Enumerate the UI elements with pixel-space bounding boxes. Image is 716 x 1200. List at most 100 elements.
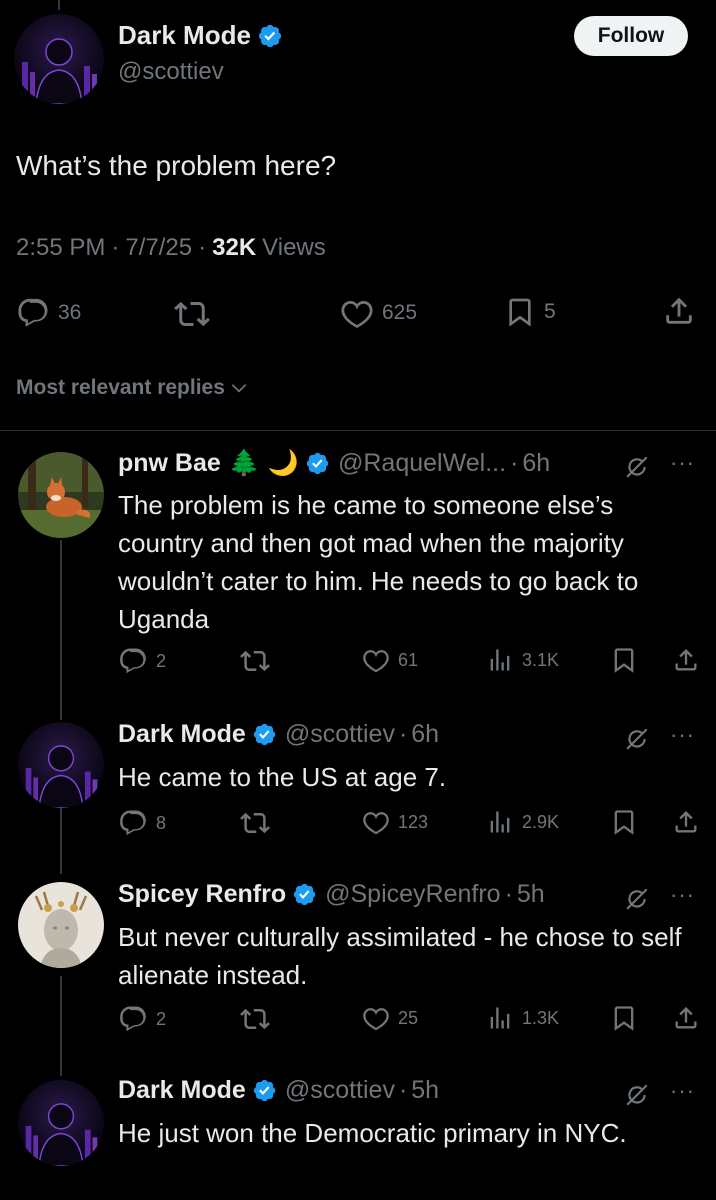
bookmark-button[interactable] (610, 1004, 638, 1032)
like-button[interactable]: 123 (362, 808, 428, 836)
avatar-image (18, 722, 104, 808)
bookmark-icon (610, 1004, 638, 1032)
avatar[interactable] (18, 452, 104, 538)
views-button[interactable]: 1.3K (486, 1004, 559, 1032)
grok-icon[interactable] (624, 1082, 650, 1108)
reply-button[interactable]: 36 (16, 296, 81, 330)
reply-text: He came to the US at age 7. (118, 762, 447, 792)
reply-icon (118, 646, 148, 676)
share-button[interactable] (672, 1004, 700, 1032)
reply-count: 2 (156, 650, 167, 671)
retweet-icon (174, 296, 210, 332)
chevron-down-icon (231, 384, 247, 393)
avatar[interactable] (18, 882, 104, 968)
replies-sort-label: Most relevant replies (16, 376, 225, 399)
reply-time[interactable]: 5h (411, 1076, 439, 1105)
reply-button[interactable]: 2 (118, 646, 166, 676)
like-icon (362, 1004, 390, 1032)
divider (0, 430, 716, 431)
reply-icon (118, 1004, 148, 1034)
thread-connector (60, 540, 62, 720)
reply-button[interactable]: 2 (118, 1004, 166, 1034)
avatar-image (18, 1080, 104, 1166)
retweet-button[interactable] (240, 646, 270, 676)
like-button[interactable]: 61 (362, 646, 418, 674)
share-icon (672, 808, 700, 836)
author-name[interactable]: Dark Mode (118, 1076, 246, 1105)
views-icon (486, 1004, 514, 1032)
tweet-date[interactable]: 7/7/25 (125, 234, 192, 262)
views-button[interactable]: 2.9K (486, 808, 559, 836)
retweet-button[interactable] (240, 1004, 270, 1034)
reply-header: Spicey Renfro @SpiceyRenfro · 5h (118, 880, 545, 909)
more-options-button[interactable]: ··· (670, 882, 695, 908)
header-separator: · (504, 880, 513, 908)
avatar[interactable] (14, 14, 104, 104)
tweet-time[interactable]: 2:55 PM (16, 234, 105, 262)
reply-actions: 2 61 3.1K (0, 646, 716, 680)
like-count: 61 (398, 649, 419, 670)
views-button[interactable]: 3.1K (486, 646, 559, 674)
author-name[interactable]: Spicey Renfro (118, 880, 286, 909)
avatar-image (18, 882, 104, 968)
author-name-text: Dark Mode (118, 20, 251, 50)
reply-count: 36 (58, 301, 82, 324)
grok-icon[interactable] (624, 886, 650, 912)
grok-icon[interactable] (624, 454, 650, 480)
like-button[interactable]: 625 (340, 296, 417, 330)
author-handle[interactable]: @scottiev (285, 720, 395, 749)
bookmark-button[interactable] (610, 646, 638, 674)
tweet-text: What’s the problem here? (16, 150, 337, 181)
avatar-image (14, 14, 104, 104)
like-count: 25 (398, 1007, 419, 1028)
views-label: Views (262, 234, 326, 261)
bookmark-count: 5 (544, 300, 556, 323)
avatar[interactable] (18, 722, 104, 808)
like-icon (362, 646, 390, 674)
reply-header: Dark Mode @scottiev · 5h (118, 1076, 439, 1105)
reply-time[interactable]: 6h (522, 449, 550, 478)
views-icon (486, 646, 514, 674)
header-separator: · (398, 720, 408, 748)
more-options-button[interactable]: ··· (670, 450, 695, 476)
like-button[interactable]: 25 (362, 1004, 418, 1032)
author-handle[interactable]: @scottiev (285, 1076, 395, 1105)
reply-count: 8 (156, 812, 167, 833)
like-icon (362, 808, 390, 836)
share-button[interactable] (662, 294, 696, 328)
author-name[interactable]: pnw Bae (118, 449, 221, 478)
more-options-button[interactable]: ··· (670, 722, 695, 748)
author-name[interactable]: Dark Mode (118, 720, 246, 749)
retweet-button[interactable] (240, 808, 270, 838)
views-icon (486, 808, 514, 836)
reply-icon (118, 808, 148, 838)
grok-icon[interactable] (624, 726, 650, 752)
author-handle[interactable]: @SpiceyRenfro (325, 880, 500, 909)
views-count: 2.9K (522, 811, 560, 832)
reply-actions: 2 25 1.3K (0, 1004, 716, 1038)
reply-icon (16, 296, 50, 330)
author-handle[interactable]: @RaquelWel... (338, 449, 506, 478)
more-options-button[interactable]: ··· (670, 1078, 695, 1104)
reply-header: pnw Bae 🌲 🌙 @RaquelWel... · 6h (118, 448, 550, 478)
like-count: 625 (382, 301, 418, 324)
reply-time[interactable]: 5h (517, 880, 545, 909)
verified-badge-icon (252, 722, 277, 747)
retweet-icon (240, 808, 270, 838)
author-name[interactable]: Dark Mode (118, 20, 283, 51)
retweet-button[interactable] (174, 296, 210, 332)
share-icon (672, 1004, 700, 1032)
follow-button[interactable]: Follow (574, 16, 688, 56)
reply-count: 2 (156, 1008, 167, 1029)
author-handle[interactable]: @scottiev (118, 58, 224, 86)
header-separator: · (510, 448, 519, 477)
bookmark-button[interactable]: 5 (504, 296, 556, 328)
share-button[interactable] (672, 808, 700, 836)
avatar[interactable] (18, 1080, 104, 1166)
share-button[interactable] (672, 646, 700, 674)
reply-text: The problem is he came to someone else’s… (118, 490, 639, 634)
reply-button[interactable]: 8 (118, 808, 166, 838)
reply-time[interactable]: 6h (411, 720, 439, 749)
bookmark-button[interactable] (610, 808, 638, 836)
replies-sort-dropdown[interactable]: Most relevant replies (16, 376, 249, 400)
